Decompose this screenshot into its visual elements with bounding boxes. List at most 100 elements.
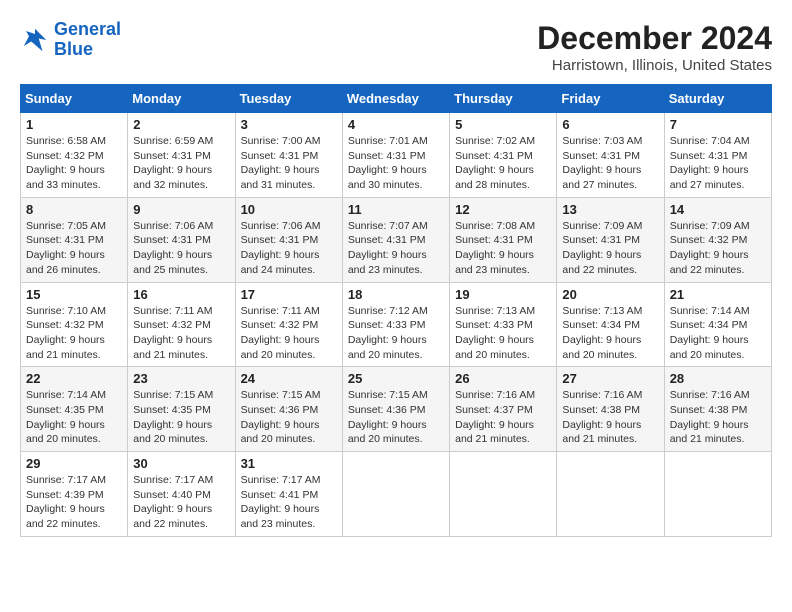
- calendar-day-cell: 26Sunrise: 7:16 AM Sunset: 4:37 PM Dayli…: [450, 367, 557, 452]
- calendar-week-row: 29 Sunrise: 7:17 AM Sunset: 4:39 PM Dayli…: [21, 452, 772, 537]
- day-info: Sunrise: 7:12 AM Sunset: 4:33 PM Dayligh…: [348, 304, 444, 363]
- day-number: 22: [26, 371, 122, 386]
- day-info: Sunrise: 7:00 AM Sunset: 4:31 PM Dayligh…: [241, 134, 337, 193]
- header: General Blue December 2024 Harristown, I…: [20, 20, 772, 74]
- calendar-day-cell: 21 Sunrise: 7:14 AM Sunset: 4:34 PM Dayli…: [664, 282, 771, 367]
- day-number: 31: [241, 456, 337, 471]
- day-number: 18: [348, 287, 444, 302]
- calendar-day-cell: 15Sunrise: 7:10 AM Sunset: 4:32 PM Dayli…: [21, 282, 128, 367]
- calendar-day-cell: 29 Sunrise: 7:17 AM Sunset: 4:39 PM Dayli…: [21, 452, 128, 537]
- day-number: 27: [562, 371, 658, 386]
- day-number: 14: [670, 202, 766, 217]
- calendar-day-cell: 24 Sunrise: 7:15 AM Sunset: 4:36 PM Dayli…: [235, 367, 342, 452]
- day-info: Sunrise: 7:08 AM Sunset: 4:31 PM Dayligh…: [455, 219, 551, 278]
- day-number: 10: [241, 202, 337, 217]
- day-number: 20: [562, 287, 658, 302]
- day-number: 17: [241, 287, 337, 302]
- calendar-weekday-header: Friday: [557, 85, 664, 113]
- page-title: December 2024: [537, 20, 772, 57]
- day-number: 6: [562, 117, 658, 132]
- day-number: 2: [133, 117, 229, 132]
- calendar-day-cell: 25 Sunrise: 7:15 AM Sunset: 4:36 PM Dayli…: [342, 367, 449, 452]
- title-area: December 2024 Harristown, Illinois, Unit…: [537, 20, 772, 74]
- calendar-header-row: SundayMondayTuesdayWednesdayThursdayFrid…: [21, 85, 772, 113]
- day-info: Sunrise: 7:17 AM Sunset: 4:40 PM Dayligh…: [133, 473, 229, 532]
- day-number: 8: [26, 202, 122, 217]
- logo-icon: [20, 25, 50, 55]
- calendar-day-cell: 23 Sunrise: 7:15 AM Sunset: 4:35 PM Dayli…: [128, 367, 235, 452]
- logo-text: General Blue: [54, 20, 121, 60]
- calendar-table: SundayMondayTuesdayWednesdayThursdayFrid…: [20, 84, 772, 537]
- calendar-day-cell: [450, 452, 557, 537]
- day-info: Sunrise: 6:59 AM Sunset: 4:31 PM Dayligh…: [133, 134, 229, 193]
- day-info: Sunrise: 7:14 AM Sunset: 4:34 PM Dayligh…: [670, 304, 766, 363]
- calendar-weekday-header: Tuesday: [235, 85, 342, 113]
- calendar-day-cell: 12 Sunrise: 7:08 AM Sunset: 4:31 PM Dayli…: [450, 197, 557, 282]
- day-info: Sunrise: 7:11 AM Sunset: 4:32 PM Dayligh…: [133, 304, 229, 363]
- day-number: 29: [26, 456, 122, 471]
- day-info: Sunrise: 7:03 AM Sunset: 4:31 PM Dayligh…: [562, 134, 658, 193]
- day-info: Sunrise: 7:13 AM Sunset: 4:33 PM Dayligh…: [455, 304, 551, 363]
- day-number: 11: [348, 202, 444, 217]
- calendar-weekday-header: Monday: [128, 85, 235, 113]
- calendar-week-row: 22Sunrise: 7:14 AM Sunset: 4:35 PM Dayli…: [21, 367, 772, 452]
- calendar-day-cell: 10Sunrise: 7:06 AM Sunset: 4:31 PM Dayli…: [235, 197, 342, 282]
- calendar-weekday-header: Thursday: [450, 85, 557, 113]
- calendar-day-cell: 1 Sunrise: 6:58 AM Sunset: 4:32 PM Daylig…: [21, 113, 128, 198]
- calendar-weekday-header: Wednesday: [342, 85, 449, 113]
- day-number: 15: [26, 287, 122, 302]
- day-info: Sunrise: 7:17 AM Sunset: 4:41 PM Dayligh…: [241, 473, 337, 532]
- day-number: 12: [455, 202, 551, 217]
- day-number: 23: [133, 371, 229, 386]
- calendar-day-cell: [342, 452, 449, 537]
- day-info: Sunrise: 7:06 AM Sunset: 4:31 PM Dayligh…: [133, 219, 229, 278]
- calendar-day-cell: 9Sunrise: 7:06 AM Sunset: 4:31 PM Daylig…: [128, 197, 235, 282]
- calendar-day-cell: 4Sunrise: 7:01 AM Sunset: 4:31 PM Daylig…: [342, 113, 449, 198]
- calendar-weekday-header: Saturday: [664, 85, 771, 113]
- day-info: Sunrise: 7:16 AM Sunset: 4:38 PM Dayligh…: [670, 388, 766, 447]
- day-info: Sunrise: 7:17 AM Sunset: 4:39 PM Dayligh…: [26, 473, 122, 532]
- calendar-day-cell: 5Sunrise: 7:02 AM Sunset: 4:31 PM Daylig…: [450, 113, 557, 198]
- day-number: 3: [241, 117, 337, 132]
- day-info: Sunrise: 6:58 AM Sunset: 4:32 PM Dayligh…: [26, 134, 122, 193]
- calendar-day-cell: 22Sunrise: 7:14 AM Sunset: 4:35 PM Dayli…: [21, 367, 128, 452]
- calendar-week-row: 8 Sunrise: 7:05 AM Sunset: 4:31 PM Daylig…: [21, 197, 772, 282]
- calendar-day-cell: 17 Sunrise: 7:11 AM Sunset: 4:32 PM Dayli…: [235, 282, 342, 367]
- day-number: 16: [133, 287, 229, 302]
- day-number: 7: [670, 117, 766, 132]
- calendar-day-cell: 2 Sunrise: 6:59 AM Sunset: 4:31 PM Daylig…: [128, 113, 235, 198]
- day-info: Sunrise: 7:04 AM Sunset: 4:31 PM Dayligh…: [670, 134, 766, 193]
- calendar-day-cell: 13 Sunrise: 7:09 AM Sunset: 4:31 PM Dayli…: [557, 197, 664, 282]
- day-number: 5: [455, 117, 551, 132]
- calendar-day-cell: 28Sunrise: 7:16 AM Sunset: 4:38 PM Dayli…: [664, 367, 771, 452]
- calendar-day-cell: 19 Sunrise: 7:13 AM Sunset: 4:33 PM Dayli…: [450, 282, 557, 367]
- day-info: Sunrise: 7:15 AM Sunset: 4:35 PM Dayligh…: [133, 388, 229, 447]
- day-info: Sunrise: 7:11 AM Sunset: 4:32 PM Dayligh…: [241, 304, 337, 363]
- day-number: 1: [26, 117, 122, 132]
- calendar-day-cell: 3 Sunrise: 7:00 AM Sunset: 4:31 PM Daylig…: [235, 113, 342, 198]
- day-info: Sunrise: 7:16 AM Sunset: 4:38 PM Dayligh…: [562, 388, 658, 447]
- day-number: 4: [348, 117, 444, 132]
- calendar-day-cell: 27 Sunrise: 7:16 AM Sunset: 4:38 PM Dayli…: [557, 367, 664, 452]
- day-info: Sunrise: 7:05 AM Sunset: 4:31 PM Dayligh…: [26, 219, 122, 278]
- day-info: Sunrise: 7:09 AM Sunset: 4:31 PM Dayligh…: [562, 219, 658, 278]
- day-number: 24: [241, 371, 337, 386]
- calendar-day-cell: 18 Sunrise: 7:12 AM Sunset: 4:33 PM Dayli…: [342, 282, 449, 367]
- calendar-day-cell: [557, 452, 664, 537]
- calendar-day-cell: 31 Sunrise: 7:17 AM Sunset: 4:41 PM Dayli…: [235, 452, 342, 537]
- calendar-week-row: 15Sunrise: 7:10 AM Sunset: 4:32 PM Dayli…: [21, 282, 772, 367]
- calendar-day-cell: 30 Sunrise: 7:17 AM Sunset: 4:40 PM Dayli…: [128, 452, 235, 537]
- day-info: Sunrise: 7:13 AM Sunset: 4:34 PM Dayligh…: [562, 304, 658, 363]
- day-number: 13: [562, 202, 658, 217]
- day-info: Sunrise: 7:15 AM Sunset: 4:36 PM Dayligh…: [348, 388, 444, 447]
- calendar-day-cell: [664, 452, 771, 537]
- day-number: 30: [133, 456, 229, 471]
- day-number: 25: [348, 371, 444, 386]
- day-number: 21: [670, 287, 766, 302]
- calendar-weekday-header: Sunday: [21, 85, 128, 113]
- logo: General Blue: [20, 20, 121, 60]
- day-number: 19: [455, 287, 551, 302]
- calendar-week-row: 1 Sunrise: 6:58 AM Sunset: 4:32 PM Daylig…: [21, 113, 772, 198]
- day-info: Sunrise: 7:15 AM Sunset: 4:36 PM Dayligh…: [241, 388, 337, 447]
- day-info: Sunrise: 7:16 AM Sunset: 4:37 PM Dayligh…: [455, 388, 551, 447]
